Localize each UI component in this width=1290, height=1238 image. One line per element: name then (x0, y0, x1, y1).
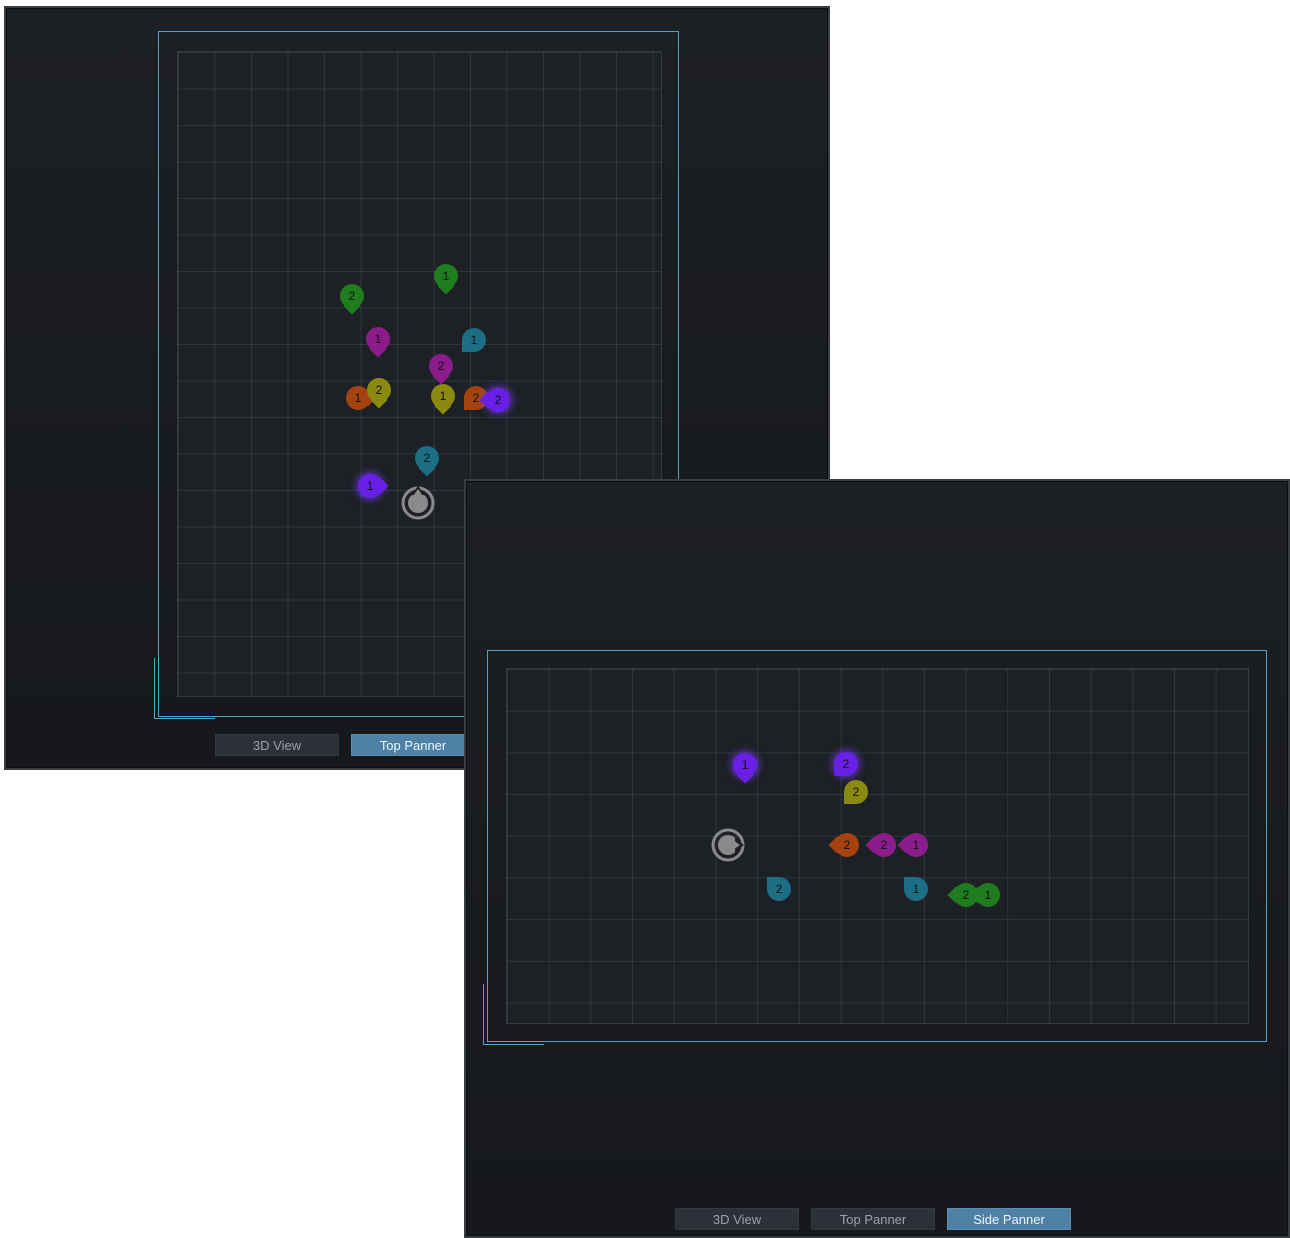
source-marker[interactable]: 1 (462, 328, 486, 352)
tab-side-panner[interactable]: Side Panner (947, 1208, 1071, 1230)
source-marker[interactable]: 1 (431, 384, 455, 408)
view-tabs: 3D View Top Panner Side Panner (675, 1208, 1071, 1230)
source-marker[interactable]: 2 (429, 354, 453, 378)
source-marker[interactable]: 2 (767, 877, 791, 901)
tab-3d-view[interactable]: 3D View (215, 734, 339, 756)
source-marker[interactable]: 1 (434, 264, 458, 288)
listener-head-icon[interactable] (400, 484, 436, 520)
source-marker[interactable]: 2 (415, 446, 439, 470)
source-marker[interactable]: 1 (904, 833, 928, 857)
view-tabs: 3D View Top Panner (215, 734, 475, 756)
tab-3d-view[interactable]: 3D View (675, 1208, 799, 1230)
source-marker[interactable]: 1 (904, 877, 928, 901)
source-marker[interactable]: 2 (872, 833, 896, 857)
source-marker[interactable]: 2 (340, 284, 364, 308)
source-marker[interactable]: 2 (367, 378, 391, 402)
tab-top-panner[interactable]: Top Panner (811, 1208, 935, 1230)
source-marker[interactable]: 2 (835, 833, 859, 857)
source-marker[interactable]: 1 (366, 327, 390, 351)
side-panner-window: 1 2 2 2 2 1 2 1 2 1 3D View Top Panner S… (464, 479, 1290, 1238)
listener-head-icon[interactable] (710, 827, 746, 863)
source-marker[interactable]: 1 (976, 883, 1000, 907)
tab-top-panner[interactable]: Top Panner (351, 734, 475, 756)
source-marker[interactable]: 1 (733, 753, 757, 777)
source-marker[interactable]: 2 (844, 780, 868, 804)
source-marker[interactable]: 2 (834, 752, 858, 776)
source-marker[interactable]: 1 (358, 474, 382, 498)
source-marker[interactable]: 2 (486, 388, 510, 412)
